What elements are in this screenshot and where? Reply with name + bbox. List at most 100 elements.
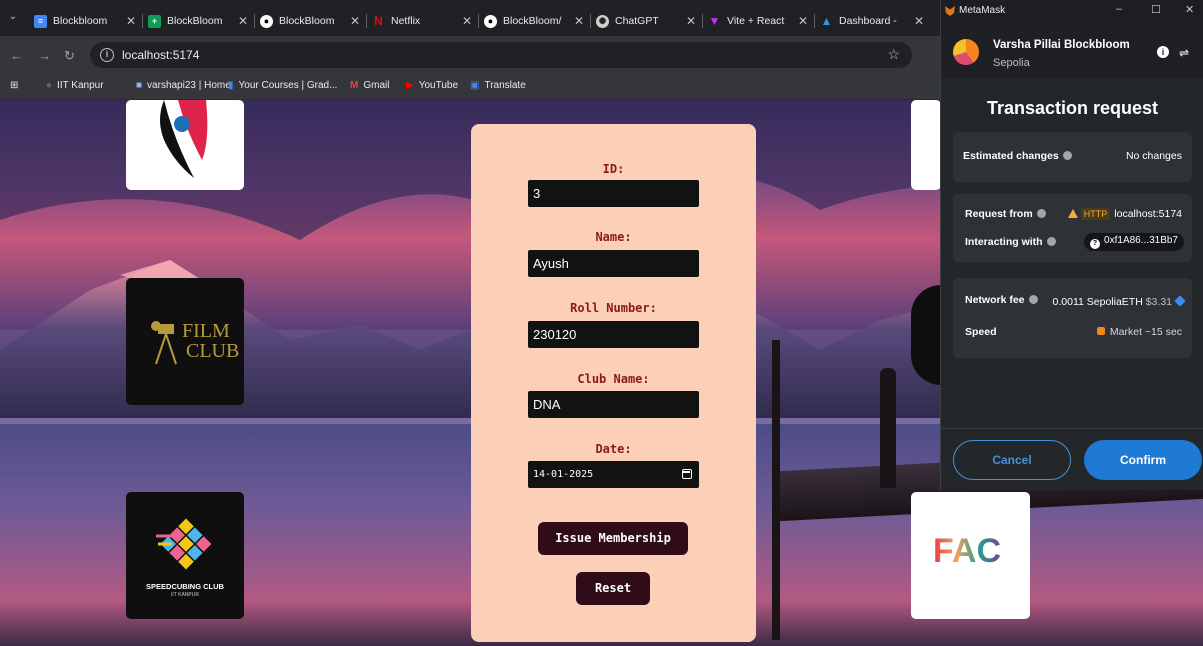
bookmark-varshapi23-home[interactable]: ■ varshapi23 | Home	[136, 80, 231, 91]
tab-search-chevron-icon[interactable]: ⌄	[6, 10, 20, 24]
tab-separator	[478, 14, 479, 28]
sheets-icon: +	[148, 14, 161, 28]
minimize-icon[interactable]: –	[1116, 3, 1122, 15]
estimated-changes-value: No changes	[1125, 150, 1182, 162]
cancel-button[interactable]: Cancel	[953, 440, 1071, 480]
bookmark-your-courses[interactable]: ▮ Your Courses | Grad...	[228, 80, 337, 91]
id-input[interactable]: 3	[528, 180, 699, 207]
tab-separator	[142, 14, 143, 28]
site-info-icon[interactable]: i	[100, 48, 114, 62]
club-logo-telescope-partial[interactable]	[911, 285, 941, 385]
fac-logo-text: FAC	[933, 532, 1001, 570]
metamask-titlebar: MetaMask – ☐ ✕	[941, 0, 1203, 22]
speed-label: Speed	[965, 326, 997, 338]
network-fee-label: Network fee	[965, 294, 1038, 306]
help-icon[interactable]	[1046, 237, 1056, 246]
help-icon[interactable]	[1062, 151, 1072, 160]
azure-icon: ▲	[820, 14, 833, 28]
tab-blockbloom-sheets[interactable]: + BlockBloom ✕	[148, 10, 250, 32]
tab-separator	[366, 14, 367, 28]
forward-arrow-icon[interactable]: →	[38, 48, 51, 63]
issue-membership-button[interactable]: Issue Membership	[538, 522, 688, 555]
network-name: Sepolia	[993, 57, 1030, 69]
roll-number-input[interactable]: 230120	[528, 321, 699, 348]
maximize-icon[interactable]: ☐	[1151, 3, 1161, 16]
reload-icon[interactable]: ↻	[64, 48, 75, 64]
interacting-with-value[interactable]: ? 0xf1A86...31Bb7	[1084, 233, 1184, 251]
metamask-popup: MetaMask – ☐ ✕ Varsha Pillai Blockbloom …	[940, 0, 1203, 490]
close-icon[interactable]: ✕	[460, 14, 474, 28]
date-input[interactable]: 14-01-2025	[528, 461, 699, 488]
club-logo-film-club[interactable]: FILM CLUB	[126, 278, 244, 405]
club-name-input[interactable]: DNA	[528, 391, 699, 418]
info-icon[interactable]: i	[1157, 46, 1169, 58]
close-icon[interactable]: ✕	[124, 14, 138, 28]
club-logo-partial-top[interactable]	[911, 100, 941, 190]
tab-chatgpt[interactable]: ✺ ChatGPT ✕	[596, 10, 698, 32]
account-avatar	[953, 39, 979, 65]
github-icon: ●	[260, 14, 273, 28]
site-icon: ■	[136, 80, 143, 91]
club-logo-eye[interactable]	[126, 100, 244, 190]
url-text[interactable]: localhost:5174	[122, 48, 199, 62]
help-icon[interactable]	[1036, 209, 1046, 218]
person-silhouette	[880, 368, 896, 488]
cube-icon	[156, 518, 212, 570]
tab-separator	[590, 14, 591, 28]
contract-address-pill[interactable]: ? 0xf1A86...31Bb7	[1084, 233, 1184, 251]
tab-vite-react[interactable]: ▼ Vite + React ✕	[708, 10, 810, 32]
close-icon[interactable]: ✕	[684, 14, 698, 28]
back-arrow-icon[interactable]: ←	[10, 48, 23, 63]
speed-value: Market ~15 sec	[1096, 326, 1182, 338]
bookmark-star-icon[interactable]: ☆	[887, 46, 900, 63]
film-club-line2: CLUB	[186, 340, 240, 362]
edit-pencil-icon[interactable]	[1174, 295, 1186, 307]
tab-dashboard[interactable]: ▲ Dashboard - ✕	[820, 10, 926, 32]
reset-button[interactable]: Reset	[576, 572, 650, 605]
date-label: Date:	[595, 442, 632, 456]
tab-separator	[814, 14, 815, 28]
network-fee-value: 0.0011 SepoliaETH $3.31	[1053, 295, 1186, 308]
account-name: Varsha Pillai Blockbloom	[993, 39, 1130, 51]
tab-separator	[254, 14, 255, 28]
close-icon[interactable]: ✕	[796, 14, 810, 28]
help-icon[interactable]	[1028, 295, 1038, 304]
request-from-label: Request from	[965, 208, 1046, 220]
club-logo-fac[interactable]: FAC	[911, 492, 1030, 619]
bookmark-gmail[interactable]: M Gmail	[350, 80, 389, 91]
name-input[interactable]: Ayush	[528, 250, 699, 277]
metamask-account-header: Varsha Pillai Blockbloom Sepolia i ⇌	[941, 22, 1203, 78]
youtube-icon: ▶	[406, 80, 414, 91]
close-icon[interactable]: ✕	[236, 14, 250, 28]
tab-blockbloom-docs[interactable]: ≡ Blockbloom ✕	[34, 10, 138, 32]
close-icon[interactable]: ✕	[912, 14, 926, 28]
vite-icon: ▼	[708, 14, 721, 28]
interacting-with-label: Interacting with	[965, 236, 1056, 248]
bookmark-translate[interactable]: ▣ Translate	[470, 80, 526, 91]
camera-operator-icon	[151, 321, 177, 365]
calendar-icon[interactable]	[682, 469, 692, 479]
warning-icon	[1067, 209, 1078, 218]
close-icon[interactable]: ✕	[572, 14, 586, 28]
settings-sliders-icon[interactable]: ⇌	[1179, 46, 1189, 60]
close-icon[interactable]: ✕	[348, 14, 362, 28]
docs-icon: ≡	[34, 14, 47, 28]
netflix-icon: N	[374, 14, 383, 28]
tab-netflix[interactable]: N Netflix ✕	[372, 10, 474, 32]
translate-icon: ▣	[470, 80, 480, 91]
close-icon[interactable]: ✕	[1185, 3, 1194, 16]
omnibox[interactable]: i localhost:5174 ☆	[90, 42, 912, 68]
chatgpt-icon: ✺	[596, 14, 609, 28]
speedcubing-title: SPEEDCUBING CLUB	[146, 582, 224, 591]
bookmark-youtube[interactable]: ▶ YouTube	[406, 80, 458, 91]
tab-blockbloom-github[interactable]: ● BlockBloom ✕	[260, 10, 362, 32]
date-value: 14-01-2025	[533, 469, 594, 480]
club-logo-speedcubing[interactable]: SPEEDCUBING CLUB IIT KANPUR	[126, 492, 244, 619]
tab-separator	[702, 14, 703, 28]
bookmark-iit-kanpur[interactable]: ● IIT Kanpur	[46, 80, 104, 91]
confirm-button[interactable]: Confirm	[1084, 440, 1202, 480]
tab-blockbloom-repo[interactable]: ● BlockBloom/ ✕	[484, 10, 586, 32]
apps-grid-icon[interactable]: ⊞	[10, 80, 18, 91]
request-from-value: HTTP localhost:5174	[1067, 208, 1182, 220]
gmail-icon: M	[350, 80, 359, 91]
